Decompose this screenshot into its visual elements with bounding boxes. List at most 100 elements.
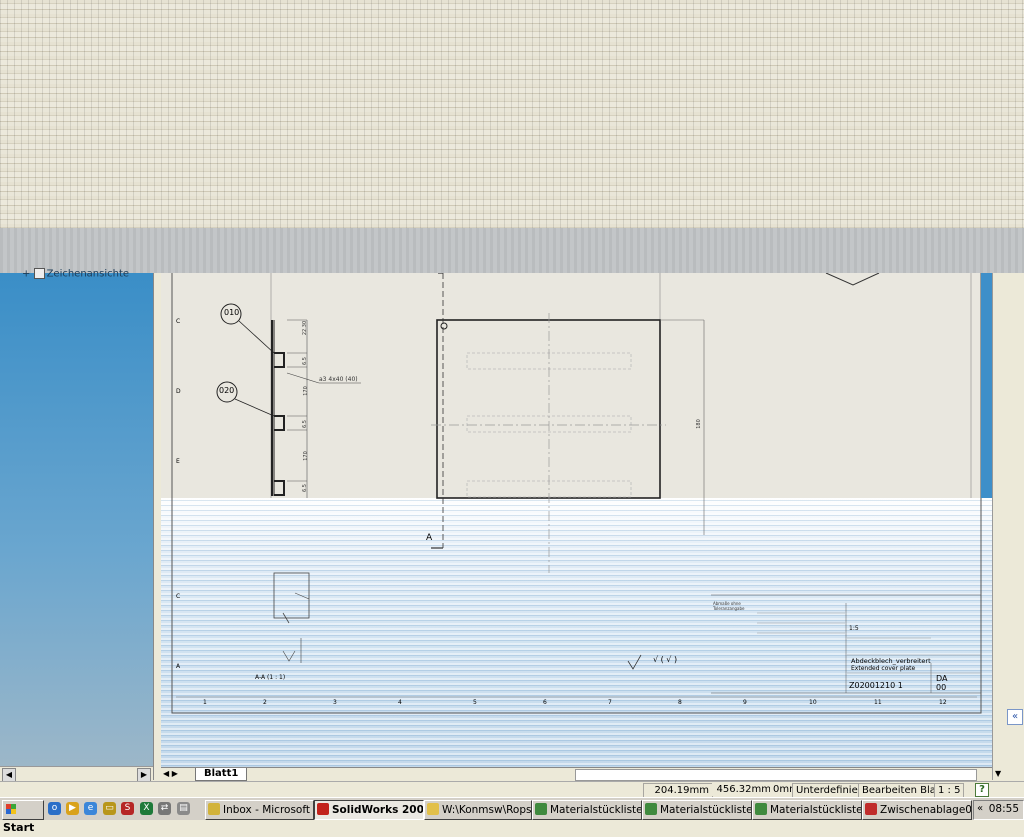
- dim-label-7: 180: [695, 419, 702, 429]
- border-col-4: 4: [398, 699, 402, 706]
- windows-taskbar: Start o ▶ e ▭ S X ⇄ ▤ Inbox - Microsoft …: [0, 797, 1024, 834]
- task-bom-1[interactable]: Materialstückliste a...: [532, 800, 642, 820]
- section-arrow-label: A: [426, 533, 433, 543]
- help-icon[interactable]: ?: [975, 783, 989, 797]
- status-y: 456.32mm: [712, 783, 774, 796]
- border-col-5: 5: [473, 699, 477, 706]
- border-row-c2: C: [176, 593, 181, 600]
- drawing-horizontal-scrollbar[interactable]: [575, 769, 977, 781]
- start-button[interactable]: Start: [2, 800, 44, 834]
- task-explorer[interactable]: W:\Konmsw\Rops\...: [424, 800, 532, 820]
- command-manager-band: [0, 228, 1024, 273]
- tab-blatt1[interactable]: Blatt1: [195, 768, 248, 781]
- border-col-10: 10: [809, 699, 817, 706]
- border-col-7: 7: [608, 699, 612, 706]
- task-label: W:\Konmsw\Rops\...: [442, 804, 532, 816]
- side-profile-view: [271, 319, 308, 498]
- dim-label-2: 6.5: [301, 357, 308, 365]
- task-label: SolidWorks 2005 ...: [332, 804, 424, 816]
- tree-item-drawing-views[interactable]: + Zeichenansichte: [22, 268, 129, 280]
- status-x: 204.19mm: [643, 783, 713, 798]
- border-col-6: 6: [543, 699, 547, 706]
- clipboard-icon[interactable]: ▤: [177, 802, 190, 815]
- section-view-a-a: [273, 572, 310, 663]
- surface-symbols: √ ( √ ): [653, 655, 678, 664]
- drawing-canvas: [171, 273, 982, 714]
- start-label: Start: [3, 821, 35, 834]
- sheet-tab-bar: ◀ ▶ Blatt1: [161, 767, 992, 781]
- ie-icon[interactable]: e: [84, 802, 97, 815]
- border-row-a: A: [176, 663, 181, 670]
- status-scale: 1 : 5: [934, 783, 964, 798]
- feature-manager-panel: + Zeichenansichte: [0, 268, 153, 778]
- section-view-label: A-A (1 : 1): [255, 674, 286, 681]
- task-label: Materialstückliste a...: [770, 804, 862, 816]
- task-label: Zwischenablage01 ...: [880, 804, 972, 816]
- title-block-scale: 1:5: [849, 625, 859, 632]
- balloon-020-label: 020: [219, 386, 235, 395]
- tree-item-label: Zeichenansichte: [46, 268, 130, 280]
- border-col-3: 3: [333, 699, 337, 706]
- task-label: Inbox - Microsoft O...: [223, 804, 313, 816]
- border-col-1: 1: [203, 699, 207, 706]
- task-pane-expand-icon[interactable]: «: [1007, 709, 1023, 725]
- folder-icon: [427, 803, 439, 815]
- task-inbox[interactable]: Inbox - Microsoft O...: [205, 800, 314, 820]
- media-icon[interactable]: ▶: [66, 802, 79, 815]
- border-col-8: 8: [678, 699, 682, 706]
- title-block-description-1: Abdeckblech_verbreitert: [851, 657, 931, 665]
- weld-note: a3 4x40 (40): [319, 376, 358, 383]
- garbled-toolbar-area: [0, 0, 1024, 228]
- border-col-2: 2: [263, 699, 267, 706]
- excel-icon[interactable]: X: [140, 802, 153, 815]
- scroll-left-icon[interactable]: ◀: [2, 768, 16, 782]
- status-bar: 204.19mm 456.32mm 0mm Unterdefiniert Bea…: [0, 781, 1024, 798]
- status-z: 0mm: [770, 783, 799, 796]
- sheet-nav-arrows-icon[interactable]: ◀ ▶: [163, 769, 178, 778]
- border-col-9: 9: [743, 699, 747, 706]
- status-definition: Unterdefiniert: [792, 783, 866, 798]
- drawing-view-icon: [33, 268, 45, 279]
- scroll-down-icon[interactable]: ▼: [995, 769, 1001, 778]
- tray-expand-icon[interactable]: «: [977, 803, 983, 814]
- system-tray: « 08:55: [973, 800, 1024, 820]
- task-bom-2[interactable]: Materialstückliste a...: [642, 800, 752, 820]
- outlook-icon[interactable]: o: [48, 802, 61, 815]
- clock[interactable]: 08:55: [989, 803, 1019, 815]
- border-col-11: 11: [874, 699, 882, 706]
- task-pane-dock: [1006, 273, 1024, 780]
- solidworks-icon[interactable]: S: [121, 802, 134, 815]
- border-row-e: E: [176, 458, 180, 465]
- title-block-left-note: Abmaße ohne Toleranzangabe: [713, 601, 745, 611]
- excel-icon: [535, 803, 547, 815]
- border-row-d: D: [176, 388, 181, 395]
- title-block-rev-bottom: 00: [936, 683, 947, 692]
- folder-icon[interactable]: ▭: [103, 802, 116, 815]
- title-block-description-2: Extended cover plate: [851, 665, 916, 672]
- dim-label-3: 170: [302, 386, 309, 396]
- outlook-icon: [208, 803, 220, 815]
- clipboard-icon: [865, 803, 877, 815]
- dim-label-6: 6.5: [301, 484, 308, 492]
- border-col-12: 12: [939, 699, 947, 706]
- expand-plus-icon[interactable]: +: [22, 269, 34, 280]
- excel-icon: [755, 803, 767, 815]
- task-clipboard[interactable]: Zwischenablage01 ...: [862, 800, 972, 820]
- drawing-sheet[interactable]: 010 020 a3 4x40 (40) 22.30 6.5 170 6.5 1…: [161, 273, 992, 767]
- balloon-010-label: 010: [224, 308, 240, 317]
- dim-label-5: 170: [302, 451, 309, 461]
- solidworks-icon: [317, 803, 329, 815]
- title-block-rev-top: DA: [936, 674, 948, 683]
- excel-icon: [645, 803, 657, 815]
- task-bom-3[interactable]: Materialstückliste a...: [752, 800, 862, 820]
- windows-flag-icon: [6, 804, 16, 814]
- drawing-vertical-scrollbar[interactable]: ▼: [992, 273, 1007, 780]
- scroll-right-icon[interactable]: ▶: [137, 768, 151, 782]
- panel-horizontal-scrollbar[interactable]: ◀ ▶: [0, 766, 153, 782]
- status-edit-mode: Bearbeiten Blatt1: [858, 783, 950, 798]
- desktop-bleed-strip: [981, 273, 992, 498]
- task-solidworks[interactable]: SolidWorks 2005 ...: [314, 800, 424, 820]
- border-row-c: C: [176, 318, 181, 325]
- network-icon[interactable]: ⇄: [158, 802, 171, 815]
- task-label: Materialstückliste a...: [660, 804, 752, 816]
